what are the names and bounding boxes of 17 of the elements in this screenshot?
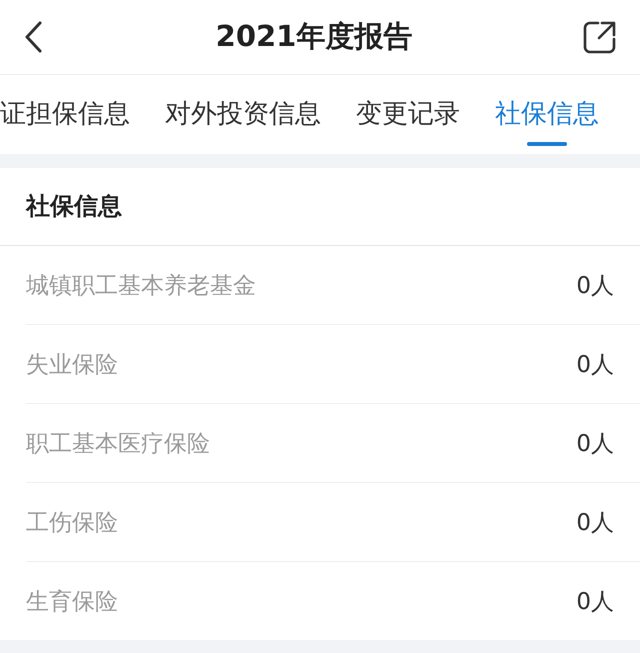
row-label: 工伤保险 — [26, 508, 118, 538]
tab[interactable]: 变更记录 — [356, 75, 460, 154]
row-label: 失业保险 — [26, 350, 118, 380]
row-value: 0人 — [576, 588, 614, 616]
row-value: 0人 — [576, 430, 614, 458]
row-value: 0人 — [576, 350, 614, 380]
row-label: 生育保险 — [26, 588, 118, 616]
tab[interactable]: 社保信息 — [495, 75, 599, 154]
share-icon[interactable] — [582, 19, 618, 55]
page-title: 2021年度报告 — [216, 18, 412, 55]
row-value: 0人 — [576, 508, 614, 538]
row-label: 城镇职工基本养老基金 — [26, 272, 256, 300]
tab[interactable]: 证担保信息 — [0, 75, 130, 154]
row-label: 职工基本医疗保险 — [26, 430, 210, 458]
section-title: 社保信息 — [0, 168, 640, 246]
tab[interactable]: 对外投资信息 — [165, 75, 321, 154]
row-value: 0人 — [576, 272, 614, 300]
